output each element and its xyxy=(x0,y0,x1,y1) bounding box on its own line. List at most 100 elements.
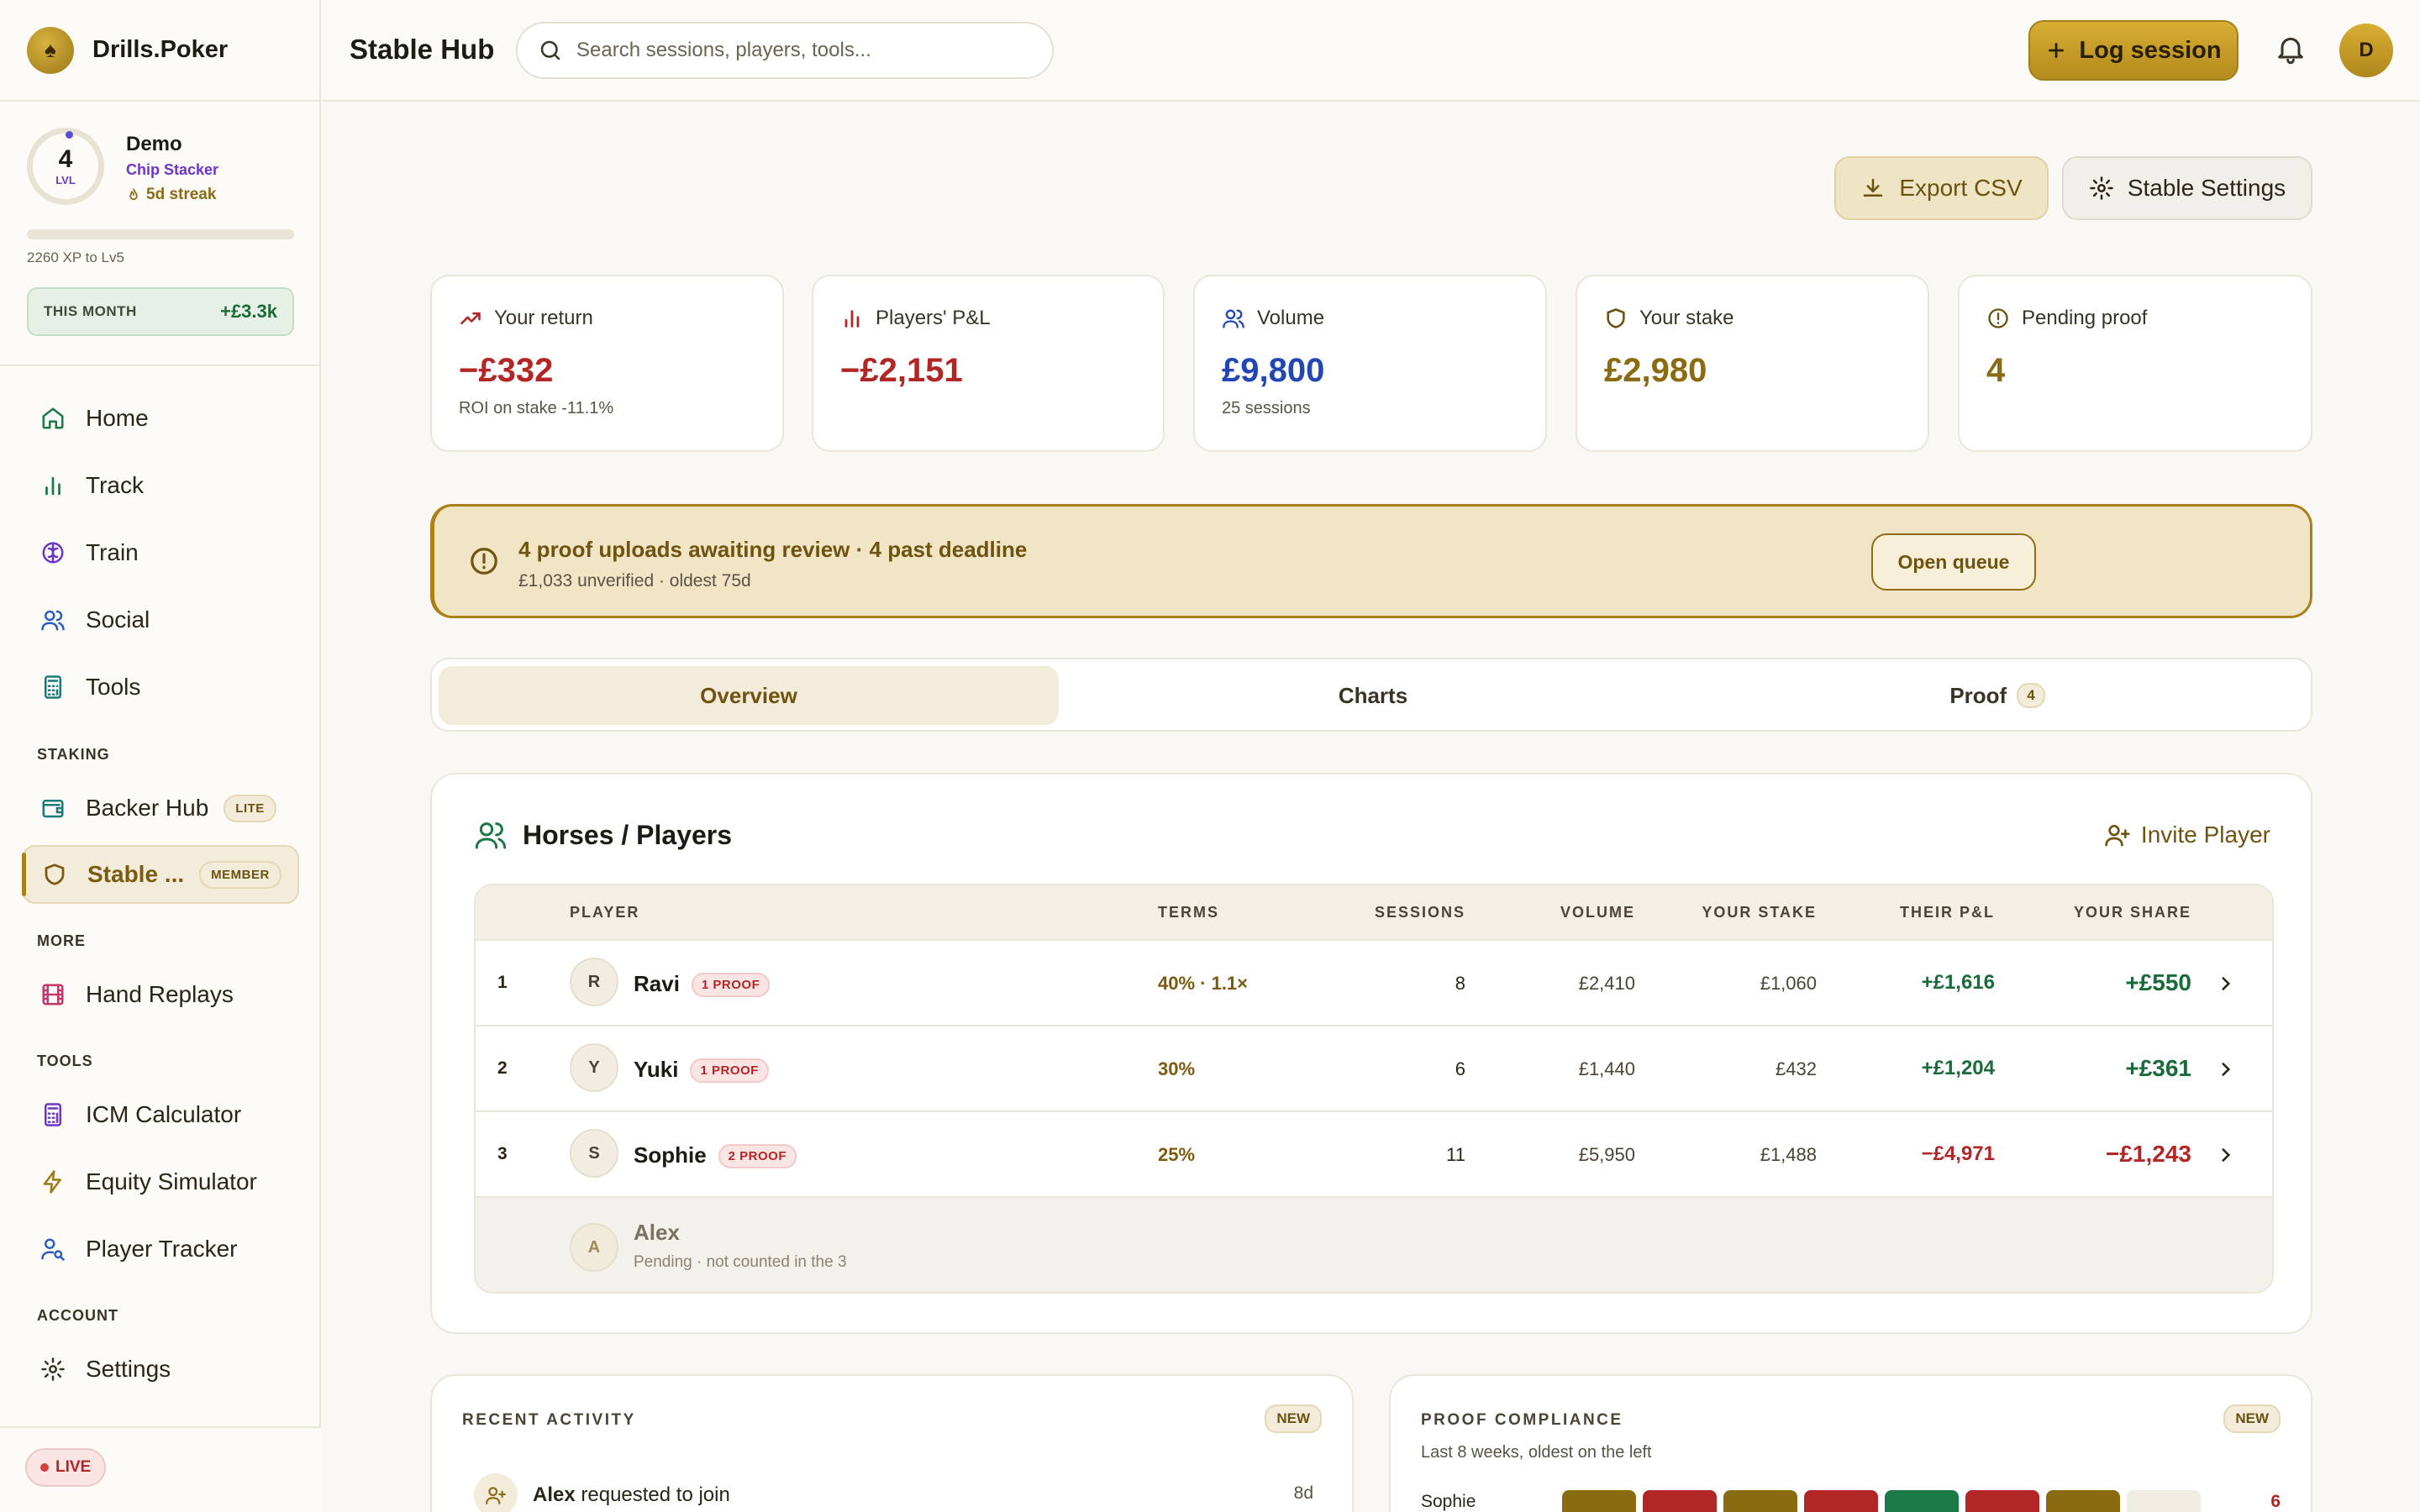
level-number: 4 xyxy=(58,144,73,173)
activity-text: requested to join xyxy=(581,1483,730,1506)
players-panel: Horses / Players Invite Player PLAYER TE… xyxy=(430,773,2312,1334)
nav-track[interactable]: Track xyxy=(22,456,299,515)
log-session-label: Log session xyxy=(2079,36,2222,64)
sidebar: ♠ Drills.Poker 4 LVL Demo Chip Stacker 5… xyxy=(0,0,321,1512)
alert-title: 4 proof uploads awaiting review · 4 past… xyxy=(518,537,1028,562)
this-month-summary[interactable]: THIS MONTH +£3.3k xyxy=(27,287,294,336)
avatar[interactable]: D xyxy=(2339,24,2393,77)
chevron-right-icon[interactable] xyxy=(2215,973,2237,995)
nav-tools[interactable]: Tools xyxy=(22,658,299,717)
avatar: S xyxy=(570,1129,618,1178)
tab-charts[interactable]: Charts xyxy=(1063,666,1683,725)
stat-value: £9,800 xyxy=(1222,352,1325,389)
nav-settings[interactable]: Settings xyxy=(22,1340,299,1399)
open-queue-button[interactable]: Open queue xyxy=(1871,533,2036,591)
invite-player-button[interactable]: Invite Player xyxy=(2104,822,2270,848)
volume: £1,440 xyxy=(1578,1058,1635,1079)
profile-card[interactable]: 4 LVL Demo Chip Stacker 5d streak xyxy=(27,128,218,205)
col-your-share: YOUR SHARE xyxy=(2073,904,2191,921)
wallet-icon xyxy=(39,794,67,822)
chevron-right-icon[interactable] xyxy=(2215,1144,2237,1166)
tab-proof[interactable]: Proof 4 xyxy=(1687,666,2307,725)
level-ring: 4 LVL xyxy=(27,128,104,205)
log-session-button[interactable]: Log session xyxy=(2028,20,2238,81)
section-staking: STAKING xyxy=(37,746,110,763)
stat-card-pending-proof: Pending proof 4 xyxy=(1958,275,2312,452)
table-header: PLAYER TERMS SESSIONS VOLUME YOUR STAKE … xyxy=(476,885,2272,939)
player-name[interactable]: Sophie 2 PROOF xyxy=(634,1142,797,1168)
search-box[interactable] xyxy=(516,22,1054,79)
stat-value: −£2,151 xyxy=(840,352,963,389)
recent-activity-panel: RECENT ACTIVITY NEW Alex requested to jo… xyxy=(430,1374,1354,1512)
nav-stable-hub[interactable]: Stable ... MEMBER xyxy=(22,845,299,904)
your-share: +£550 xyxy=(2125,969,2191,995)
nav-backer-hub-label: Backer Hub xyxy=(86,795,209,821)
this-month-label: THIS MONTH xyxy=(44,303,137,319)
nav-train[interactable]: Train xyxy=(22,523,299,582)
stable-settings-button[interactable]: Stable Settings xyxy=(2062,156,2312,220)
your-stake: £1,488 xyxy=(1760,1144,1817,1165)
sessions: 6 xyxy=(1455,1058,1465,1079)
their-pnl: −£4,971 xyxy=(1921,1142,1995,1165)
stat-value: £2,980 xyxy=(1604,352,1707,389)
bell-icon xyxy=(2278,37,2303,65)
nav-hand-replays[interactable]: Hand Replays xyxy=(22,965,299,1024)
chevron-right-icon[interactable] xyxy=(2215,1058,2237,1080)
table-row[interactable]: 2 Y Yuki 1 PROOF 30% 6 £1,440 £432 +£1,20… xyxy=(476,1025,2272,1110)
alert-circle-icon xyxy=(1988,308,2008,328)
nav-player-tracker-label: Player Tracker xyxy=(86,1236,238,1262)
panel-title: Horses / Players xyxy=(523,819,733,850)
tab-overview[interactable]: Overview xyxy=(439,666,1059,725)
search-input[interactable] xyxy=(576,39,1030,62)
member-badge: MEMBER xyxy=(199,860,281,889)
shield-icon xyxy=(1607,308,1625,328)
export-csv-button[interactable]: Export CSV xyxy=(1834,156,2049,220)
compliance-count: 6 xyxy=(2270,1492,2281,1511)
table-row[interactable]: 3 S Sophie 2 PROOF 25% 11 £5,950 £1,488 −… xyxy=(476,1110,2272,1196)
nav-track-label: Track xyxy=(86,472,144,498)
download-icon xyxy=(1864,178,1883,197)
top-bar: Stable Hub Log session D xyxy=(323,0,2420,102)
page-title: Stable Hub xyxy=(350,34,495,65)
compliance-week-cell xyxy=(1804,1490,1878,1512)
compliance-week-cell xyxy=(2046,1490,2120,1512)
nav-player-tracker[interactable]: Player Tracker xyxy=(22,1220,299,1278)
player-name-text: Ravi xyxy=(634,971,680,996)
new-badge: NEW xyxy=(1265,1404,1322,1433)
nav-icm-calculator[interactable]: ICM Calculator xyxy=(22,1085,299,1144)
invite-player-label: Invite Player xyxy=(2140,822,2270,848)
lite-badge: LITE xyxy=(224,794,276,822)
col-their-pnl: THEIR P&L xyxy=(1899,904,1995,921)
user-search-icon xyxy=(39,1235,67,1263)
nav-home[interactable]: Home xyxy=(22,389,299,448)
players-table: PLAYER TERMS SESSIONS VOLUME YOUR STAKE … xyxy=(474,884,2274,1294)
nav-backer-hub[interactable]: Backer Hub LITE xyxy=(22,779,299,837)
col-your-stake: YOUR STAKE xyxy=(1702,904,1817,921)
users-icon xyxy=(475,822,507,849)
gear-icon xyxy=(2090,176,2113,200)
active-indicator xyxy=(22,853,26,896)
nav-home-label: Home xyxy=(86,405,149,431)
notifications-button[interactable] xyxy=(2274,32,2307,66)
your-share: −£1,243 xyxy=(2106,1141,2191,1167)
nav-social[interactable]: Social xyxy=(22,591,299,649)
panel-header: Horses / Players xyxy=(474,818,732,852)
nav-train-label: Train xyxy=(86,539,139,565)
col-player: PLAYER xyxy=(570,904,640,921)
level-label: LVL xyxy=(55,173,76,186)
brand[interactable]: ♠ Drills.Poker xyxy=(0,0,319,102)
users-icon xyxy=(1223,309,1244,328)
terms: 30% xyxy=(1158,1058,1196,1079)
live-indicator[interactable]: LIVE xyxy=(25,1448,107,1487)
divider xyxy=(0,365,321,366)
level-progress-dot xyxy=(66,131,73,139)
nav-stable-hub-label: Stable ... xyxy=(87,861,185,887)
nav-equity-simulator[interactable]: Equity Simulator xyxy=(22,1152,299,1211)
player-name[interactable]: Yuki 1 PROOF xyxy=(634,1057,769,1083)
stat-card-players-pnl: Players' P&L −£2,151 xyxy=(812,275,1165,452)
streak: 5d streak xyxy=(126,186,218,204)
pending-player-row[interactable]: A Alex Pending · not counted in the 3 xyxy=(476,1196,2272,1292)
player-name[interactable]: Ravi 1 PROOF xyxy=(634,971,771,997)
activity-item[interactable]: Alex requested to join xyxy=(533,1483,730,1507)
table-row[interactable]: 1 R Ravi 1 PROOF 40% · 1.1× 8 £2,410 £1,0… xyxy=(476,939,2272,1025)
